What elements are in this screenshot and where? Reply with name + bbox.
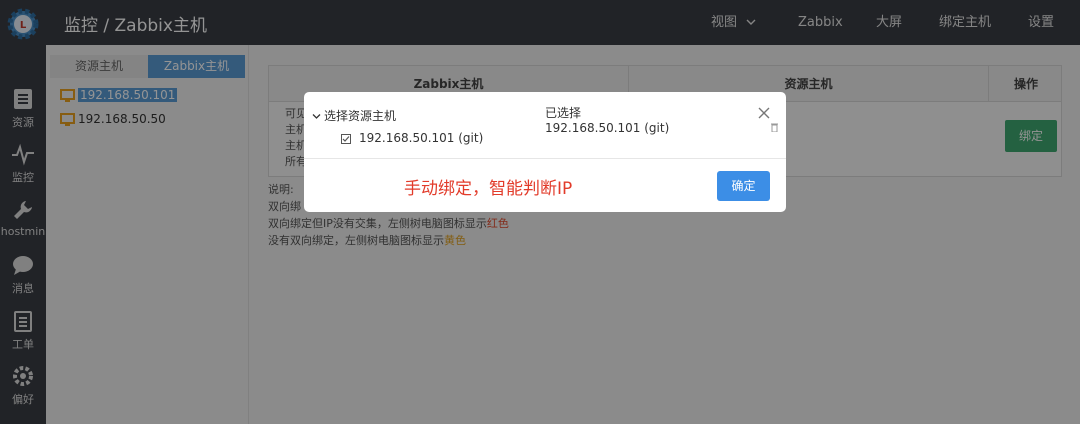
close-icon[interactable]	[757, 106, 771, 120]
chevron-down-icon	[312, 114, 321, 119]
checkbox-checked-icon[interactable]	[341, 133, 351, 144]
select-resource-host-title: 选择资源主机	[324, 109, 397, 123]
modal-divider	[304, 158, 786, 159]
resource-host-option[interactable]: 192.168.50.101 (git)	[341, 131, 483, 145]
trash-icon[interactable]	[771, 123, 778, 132]
modal-overlay[interactable]	[0, 0, 1080, 424]
selected-title: 已选择	[545, 106, 582, 120]
resource-host-option-label: 192.168.50.101 (git)	[359, 131, 484, 145]
manual-bind-hint: 手动绑定，智能判断IP	[404, 179, 573, 199]
selected-host-value: 192.168.50.101 (git)	[545, 121, 670, 135]
bind-host-dialog: 选择资源主机 192.168.50.101 (git) 已选择 192.168.…	[304, 92, 786, 212]
confirm-button[interactable]: 确定	[717, 171, 770, 201]
select-resource-host-toggle[interactable]: 选择资源主机	[312, 107, 396, 124]
